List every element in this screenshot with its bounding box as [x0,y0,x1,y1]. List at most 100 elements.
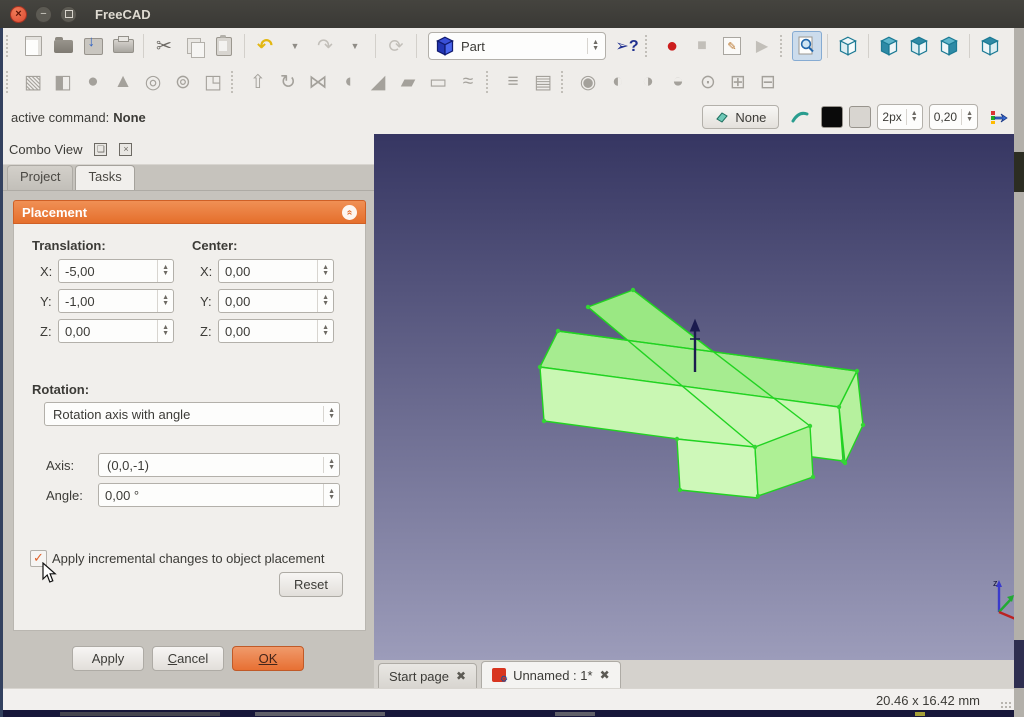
macro-edit-icon[interactable]: ✎ [717,31,747,61]
center-x-input[interactable]: ▲▼ [218,259,334,283]
rotation-mode-select[interactable]: Rotation axis with angle ▲▼ [44,402,340,426]
sep [416,34,417,58]
incremental-label: Apply incremental changes to object plac… [52,551,324,566]
combo-view-title: Combo View [9,142,82,157]
angle-label: Angle: [46,488,83,503]
macro-play-icon: ▶ [747,31,777,61]
sep [143,34,144,58]
part-compound-icon[interactable]: ⊞ [723,67,753,97]
combo-view-tabs: Project Tasks [3,165,374,191]
part-torus-icon[interactable]: ◎ [138,67,168,97]
part-loft-icon[interactable]: ≡ [498,67,528,97]
part-extrude-icon[interactable]: ⇧ [243,67,273,97]
maximize-window-button[interactable] [60,6,77,23]
tab-tasks[interactable]: Tasks [75,165,134,190]
collapse-panel-icon[interactable]: « [342,205,357,220]
print-icon[interactable] [108,31,138,61]
workbench-selector[interactable]: Part ▲▼ [428,32,606,60]
grip [780,35,789,57]
titlebar: × − FreeCAD [0,0,1024,29]
part-fillet-icon[interactable]: ◖ [333,67,363,97]
grip [6,71,15,93]
undo-menu-icon[interactable]: ▼ [280,31,310,61]
part-chamfer-icon[interactable]: ◢ [363,67,393,97]
close-panel-icon[interactable]: × [119,143,132,156]
axonometric-view-icon[interactable] [833,31,863,61]
combo-view-panel: Combo View ❏ × Project Tasks Placement «… [3,134,374,688]
tab-unnamed-document[interactable]: Unnamed : 1* ✖ [481,661,621,688]
whats-this-icon[interactable]: ➢? [612,31,642,61]
apply-button[interactable]: Apply [72,646,144,671]
cut-icon[interactable]: ✂ [149,31,179,61]
part-boolean-cut-icon[interactable]: ◐ [603,67,633,97]
axis-select[interactable]: (0,0,-1) ▲▼ [98,453,340,477]
3d-viewport[interactable]: z Y x [374,134,1014,660]
part-boolean-common-icon[interactable]: ◑ [633,67,663,97]
fit-all-icon[interactable] [792,31,822,61]
draft-command-bar: active command: None None 2px ▲▼ 0,20 ▲▼ [3,100,1014,135]
toolbar-standard: ✂↶▼↷▼⟳ Part ▲▼ ➢?●■✎▶» [3,28,1014,65]
workbench-name: Part [461,39,485,54]
part-primitives-icon[interactable]: ◳ [198,67,228,97]
float-panel-icon[interactable]: ❏ [94,143,107,156]
part-mirror-icon[interactable]: ⋈ [303,67,333,97]
part-cone-icon[interactable]: ▲ [108,67,138,97]
part-thickness-icon[interactable]: ▤ [528,67,558,97]
tab-project[interactable]: Project [7,165,73,190]
cancel-button[interactable]: Cancel [152,646,224,671]
front-view-icon[interactable] [874,31,904,61]
save-icon[interactable] [78,31,108,61]
part-cross-sections-icon[interactable]: ⊟ [753,67,783,97]
undo-icon[interactable]: ↶ [250,31,280,61]
part-tube-icon[interactable]: ⊚ [168,67,198,97]
part-workbench-icon [435,36,455,56]
sep [375,34,376,58]
part-make-face-icon[interactable]: ▰ [393,67,423,97]
line-color-swatch[interactable] [821,106,843,128]
close-tab-icon[interactable]: ✖ [600,668,610,682]
right-view-icon[interactable] [934,31,964,61]
reset-button[interactable]: Reset [279,572,343,597]
isometric-view-icon[interactable] [975,31,1005,61]
macro-record-icon[interactable]: ● [657,31,687,61]
close-tab-icon[interactable]: ✖ [456,669,466,683]
placement-header[interactable]: Placement « [13,200,366,224]
draft-layer-button[interactable]: None [702,105,779,129]
part-check-geometry-icon[interactable]: ⊙ [693,67,723,97]
grip [645,35,654,57]
translation-y-input[interactable]: ▲▼ [58,289,174,313]
active-command-label: active command: [11,110,109,125]
copy-icon[interactable] [179,31,209,61]
part-sphere-icon[interactable]: ● [78,67,108,97]
tab-start-page[interactable]: Start page ✖ [378,663,477,688]
part-cylinder-icon[interactable]: ◧ [48,67,78,97]
translation-z-input[interactable]: ▲▼ [58,319,174,343]
part-box-icon[interactable]: ▧ [18,67,48,97]
status-bar: 20.46 x 16.42 mm [3,688,1014,711]
paste-icon[interactable] [209,31,239,61]
draft-snap-icon[interactable] [785,102,815,132]
part-boolean-section-icon[interactable]: ◒ [663,67,693,97]
ok-button[interactable]: OK [232,646,304,671]
center-z-input[interactable]: ▲▼ [218,319,334,343]
minimize-window-button[interactable]: − [35,6,52,23]
close-window-button[interactable]: × [10,6,27,23]
center-y-label: Y: [200,294,212,309]
top-view-icon[interactable] [904,31,934,61]
part-revolve-icon[interactable]: ↻ [273,67,303,97]
angle-input[interactable]: ▲▼ [98,483,340,507]
part-boolean-union-icon[interactable]: ◉ [573,67,603,97]
open-icon[interactable] [48,31,78,61]
new-file-icon[interactable] [18,31,48,61]
center-x-label: X: [200,264,212,279]
face-color-swatch[interactable] [849,106,871,128]
draft-autogroup-icon[interactable] [984,102,1014,132]
layer-icon [715,110,729,124]
text-scale-spinner[interactable]: 0,20 ▲▼ [929,104,978,130]
line-width-spinner[interactable]: 2px ▲▼ [877,104,922,130]
center-y-input[interactable]: ▲▼ [218,289,334,313]
sep [868,34,869,58]
part-ruled-surface-icon[interactable]: ▭ [423,67,453,97]
translation-x-input[interactable]: ▲▼ [58,259,174,283]
part-sweep-icon[interactable]: ≈ [453,67,483,97]
